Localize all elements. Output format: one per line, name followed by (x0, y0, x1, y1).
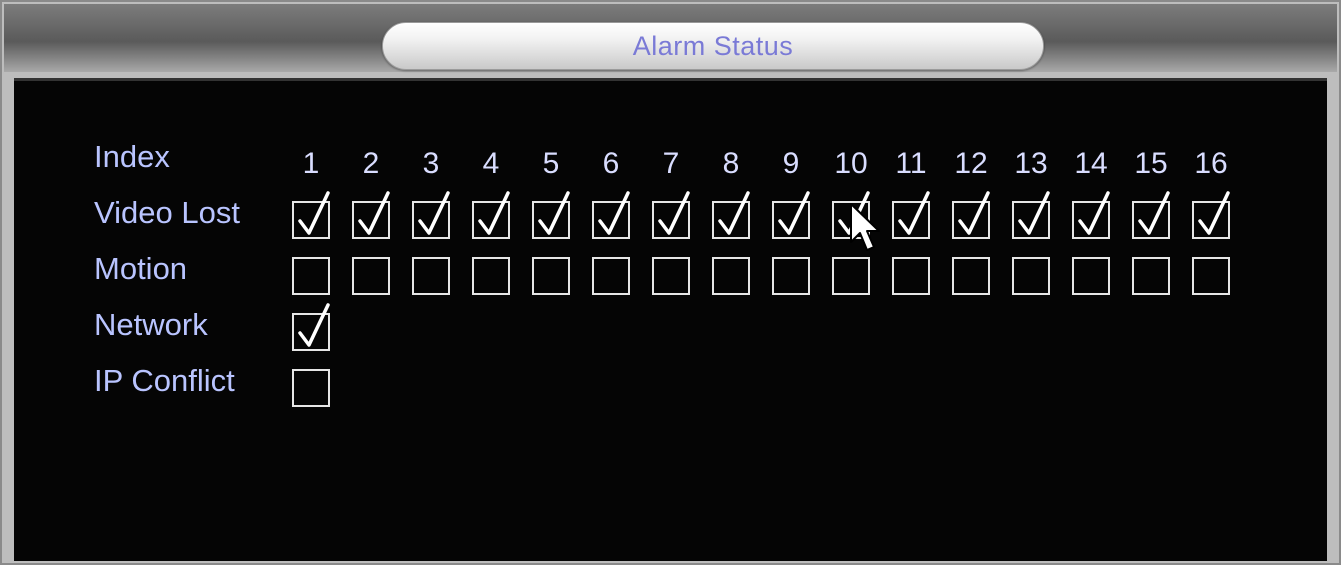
checkmark-icon (298, 303, 330, 347)
checkmark-icon (418, 191, 450, 235)
channel-index-12: 12 (954, 147, 988, 180)
motion-checkbox-3[interactable] (412, 257, 450, 295)
checkmark-icon (298, 191, 330, 235)
motion-checkbox-7[interactable] (652, 257, 690, 295)
motion-checkbox-2[interactable] (352, 257, 390, 295)
title-bar: Alarm Status (4, 4, 1337, 72)
ip-conflict-label: IP Conflict (94, 363, 235, 398)
network-checkbox[interactable] (292, 303, 330, 351)
checkmark-icon (898, 191, 930, 235)
checkmark-icon (958, 191, 990, 235)
checkmark-icon (1078, 191, 1110, 235)
motion-checkbox-15[interactable] (1132, 257, 1170, 295)
video-lost-checkbox-1[interactable] (292, 191, 330, 239)
video-lost-checkbox-16[interactable] (1192, 191, 1230, 239)
motion-checkbox-14[interactable] (1072, 257, 1110, 295)
video-lost-checkbox-13[interactable] (1012, 191, 1050, 239)
checkmark-icon (1198, 191, 1230, 235)
checkmark-icon (718, 191, 750, 235)
motion-checkbox-13[interactable] (1012, 257, 1050, 295)
video-lost-checkbox-2[interactable] (352, 191, 390, 239)
motion-checkbox-11[interactable] (892, 257, 930, 295)
video-lost-checkbox-5[interactable] (532, 191, 570, 239)
motion-label: Motion (94, 251, 188, 286)
video-lost-checkbox-9[interactable] (772, 191, 810, 239)
checkmark-icon (598, 191, 630, 235)
ip-conflict-checkbox[interactable] (292, 369, 330, 407)
channel-index-15: 15 (1134, 147, 1168, 180)
motion-checkbox-10[interactable] (832, 257, 870, 295)
channel-index-5: 5 (542, 147, 560, 180)
channel-index-10: 10 (834, 147, 868, 180)
alarm-status-panel: Index Video Lost Motion Network IP Confl… (14, 78, 1327, 561)
motion-checkbox-9[interactable] (772, 257, 810, 295)
checkmark-icon (1018, 191, 1050, 235)
channel-index-8: 8 (722, 147, 740, 180)
checkmark-icon (478, 191, 510, 235)
channel-index-11: 11 (895, 147, 927, 180)
video-lost-checkbox-3[interactable] (412, 191, 450, 239)
motion-checkbox-6[interactable] (592, 257, 630, 295)
alarm-status-window: Alarm Status Index Video Lost Motion Net… (0, 0, 1341, 565)
channel-index-16: 16 (1194, 147, 1228, 180)
channel-index-1: 1 (302, 147, 320, 180)
checkmark-icon (538, 191, 570, 235)
channel-index-2: 2 (362, 147, 380, 180)
video-lost-label: Video Lost (94, 195, 240, 230)
title-pill: Alarm Status (382, 22, 1044, 70)
video-lost-checkbox-6[interactable] (592, 191, 630, 239)
window-title: Alarm Status (632, 31, 794, 61)
index-label: Index (94, 139, 170, 174)
channel-index-14: 14 (1074, 147, 1108, 180)
channel-index-6: 6 (602, 147, 620, 180)
checkmark-icon (778, 191, 810, 235)
channel-index-3: 3 (422, 147, 440, 180)
motion-checkbox-4[interactable] (472, 257, 510, 295)
motion-checkbox-12[interactable] (952, 257, 990, 295)
mouse-pointer-icon (850, 203, 880, 251)
video-lost-checkbox-15[interactable] (1132, 191, 1170, 239)
video-lost-checkbox-7[interactable] (652, 191, 690, 239)
channel-index-7: 7 (662, 147, 680, 180)
channel-index-4: 4 (482, 147, 500, 180)
video-lost-checkbox-11[interactable] (892, 191, 930, 239)
video-lost-checkbox-12[interactable] (952, 191, 990, 239)
motion-checkbox-1[interactable] (292, 257, 330, 295)
motion-checkbox-8[interactable] (712, 257, 750, 295)
video-lost-checkbox-14[interactable] (1072, 191, 1110, 239)
checkmark-icon (1138, 191, 1170, 235)
checkmark-icon (658, 191, 690, 235)
channel-index-13: 13 (1014, 147, 1048, 180)
channel-index-9: 9 (782, 147, 800, 180)
motion-checkbox-16[interactable] (1192, 257, 1230, 295)
motion-checkbox-5[interactable] (532, 257, 570, 295)
checkmark-icon (358, 191, 390, 235)
video-lost-checkbox-4[interactable] (472, 191, 510, 239)
video-lost-checkbox-8[interactable] (712, 191, 750, 239)
network-label: Network (94, 307, 208, 342)
